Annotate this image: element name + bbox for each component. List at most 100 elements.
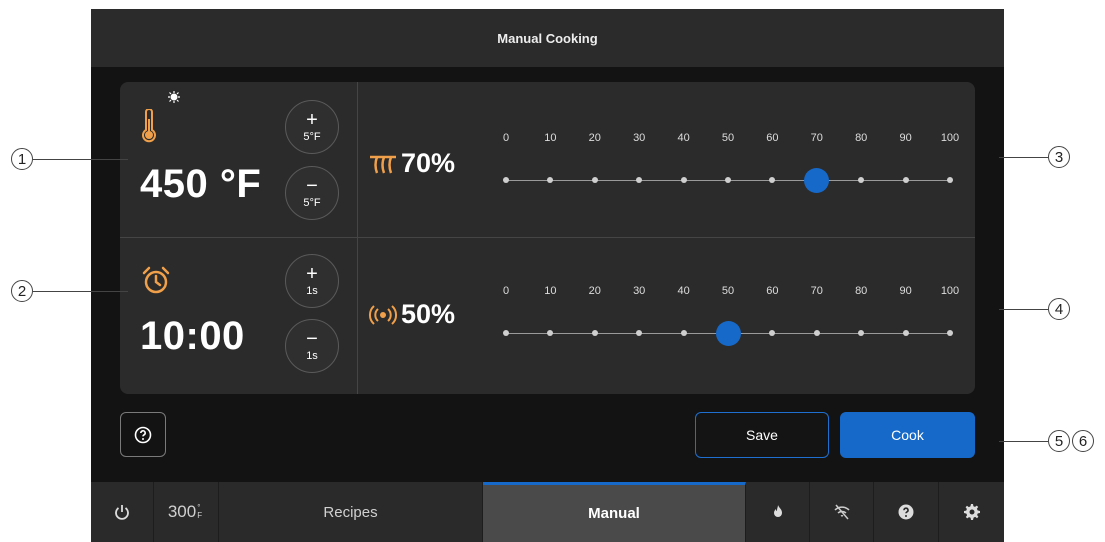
heat-power-slider[interactable]: 0 10 20 30 40 50 60 70 80 90 100: [503, 132, 959, 212]
timer-decrease-button[interactable]: − 1s: [285, 319, 339, 373]
heat-power-slider-tick-dot[interactable]: [725, 177, 731, 183]
microwave-power-slider-tick-label: 0: [502, 285, 510, 297]
microwave-power-label: 50%: [401, 299, 456, 329]
plus-icon: +: [306, 108, 318, 131]
microwave-power-slider-tick-label: 40: [677, 285, 690, 297]
thermometer-icon: [142, 109, 156, 143]
question-icon: [898, 504, 914, 520]
divider: [357, 82, 358, 394]
microwave-power-slider-tick-dot[interactable]: [503, 330, 509, 336]
title-bar: Manual Cooking: [91, 9, 1004, 67]
temperature-decrease-button[interactable]: − 5°F: [285, 166, 339, 220]
heat-power-slider-tick-label: 20: [588, 132, 601, 144]
device-screen: Manual Cooking 450 °F + 5°F − 5°F 10:00 …: [91, 9, 1004, 542]
microwave-power-slider[interactable]: 0 10 20 30 40 50 60 70 80 90 100: [503, 285, 959, 365]
bottom-nav: 300 °F Recipes Manual: [91, 482, 1004, 542]
callout-4: 4: [1048, 298, 1070, 320]
step-label: 1s: [306, 349, 318, 362]
divider: [120, 237, 975, 238]
step-label: 5°F: [303, 130, 321, 143]
heat-power-slider-knob[interactable]: [804, 167, 830, 193]
microwave-power-slider-tick-label: 60: [766, 285, 779, 297]
heat-power-slider-tick-label: 80: [855, 132, 868, 144]
timer-increase-button[interactable]: + 1s: [285, 254, 339, 308]
temperature-value: 450 °F: [140, 162, 262, 206]
microwave-power-slider-tick-dot[interactable]: [769, 330, 776, 336]
nav-temperature[interactable]: 300 °F: [154, 482, 219, 542]
alarm-clock-icon: [142, 266, 170, 294]
nav-settings[interactable]: [939, 482, 1004, 542]
microwave-power-slider-tick-label: 30: [633, 285, 646, 297]
heat-power-slider-tick-label: 70: [810, 132, 823, 144]
save-button[interactable]: Save: [695, 412, 829, 458]
plus-icon: +: [306, 262, 318, 285]
heat-power-slider-tick-dot[interactable]: [547, 177, 554, 183]
microwave-power-slider-tick-dot[interactable]: [636, 330, 643, 336]
microwave-power-slider-tick-label: 100: [940, 285, 960, 297]
callout-line: [999, 441, 1048, 442]
minus-icon: −: [306, 327, 318, 350]
help-icon: [134, 426, 152, 443]
temperature-increase-button[interactable]: + 5°F: [285, 100, 339, 154]
power-icon: [115, 505, 129, 520]
power-button[interactable]: [91, 482, 154, 542]
heating-element-icon: [370, 155, 396, 173]
nav-wifi[interactable]: [810, 482, 874, 542]
nav-help[interactable]: [874, 482, 939, 542]
heat-power-slider-tick-dot[interactable]: [503, 177, 509, 183]
callout-line: [33, 159, 128, 160]
heat-power-slider-tick-dot[interactable]: [769, 177, 776, 183]
microwave-power-readout: 50%: [368, 299, 455, 330]
heat-power-slider-tick-dot[interactable]: [591, 177, 598, 183]
heat-power-slider-tick-label: 60: [766, 132, 779, 144]
callout-3: 3: [1048, 146, 1070, 168]
heat-power-slider-tick-dot[interactable]: [636, 177, 643, 183]
tab-recipes-label: Recipes: [323, 503, 378, 521]
microwave-power-slider-tick-dot[interactable]: [858, 330, 865, 336]
cook-button[interactable]: Cook: [840, 412, 975, 458]
heat-power-slider-tick-label: 50: [721, 132, 735, 144]
microwave-power-slider-tick-label: 20: [588, 285, 601, 297]
microwave-power-slider-tick-dot[interactable]: [902, 330, 909, 336]
minus-icon: −: [306, 174, 318, 197]
nav-temperature-unit: °F: [197, 503, 203, 520]
cooking-settings-panel: 450 °F + 5°F − 5°F 10:00 + 1s − 1s 70% 0…: [120, 82, 975, 394]
heat-power-slider-tick-label: 100: [940, 132, 960, 144]
step-label: 5°F: [303, 196, 321, 209]
microwave-power-slider-tick-dot[interactable]: [591, 330, 598, 336]
microwave-power-slider-tick-dot[interactable]: [547, 330, 554, 336]
microwave-power-slider-tick-label: 70: [810, 285, 823, 297]
heat-power-slider-tick-label: 0: [502, 132, 510, 144]
heat-power-slider-tick-dot[interactable]: [902, 177, 909, 183]
flame-icon: [773, 505, 782, 517]
tab-manual-label: Manual: [588, 505, 640, 522]
microwave-power-slider-tick-label: 10: [544, 285, 557, 297]
heat-power-label: 70%: [401, 148, 456, 178]
heat-power-slider-tick-dot[interactable]: [680, 177, 687, 183]
nav-temperature-value: 300: [167, 502, 197, 521]
microwave-power-slider-knob[interactable]: [715, 320, 741, 346]
microwave-power-slider-tick-dot[interactable]: [680, 330, 687, 336]
help-button[interactable]: [120, 412, 166, 457]
tab-manual[interactable]: Manual: [483, 482, 746, 542]
heat-power-slider-tick-label: 40: [677, 132, 690, 144]
step-label: 1s: [306, 284, 318, 297]
callout-line: [33, 291, 128, 292]
tab-recipes[interactable]: Recipes: [219, 482, 483, 542]
status-indicator-icon: [168, 91, 180, 103]
heat-power-slider-tick-dot[interactable]: [858, 177, 865, 183]
microwave-icon: [368, 304, 398, 325]
microwave-power-slider-tick-label: 90: [899, 285, 912, 297]
microwave-power-slider-tick-label: 50: [721, 285, 735, 297]
callout-6: 6: [1072, 430, 1094, 452]
heat-power-slider-tick-label: 90: [899, 132, 912, 144]
gear-icon: [963, 504, 980, 520]
microwave-power-slider-tick-dot[interactable]: [813, 330, 820, 336]
heat-power-slider-tick-label: 30: [633, 132, 646, 144]
heat-power-slider-tick-dot[interactable]: [947, 177, 953, 183]
callout-line: [999, 157, 1048, 158]
nav-flame[interactable]: [746, 482, 810, 542]
microwave-power-slider-tick-dot[interactable]: [947, 330, 953, 336]
heat-power-slider-tick-label: 10: [544, 132, 557, 144]
callout-5: 5: [1048, 430, 1070, 452]
